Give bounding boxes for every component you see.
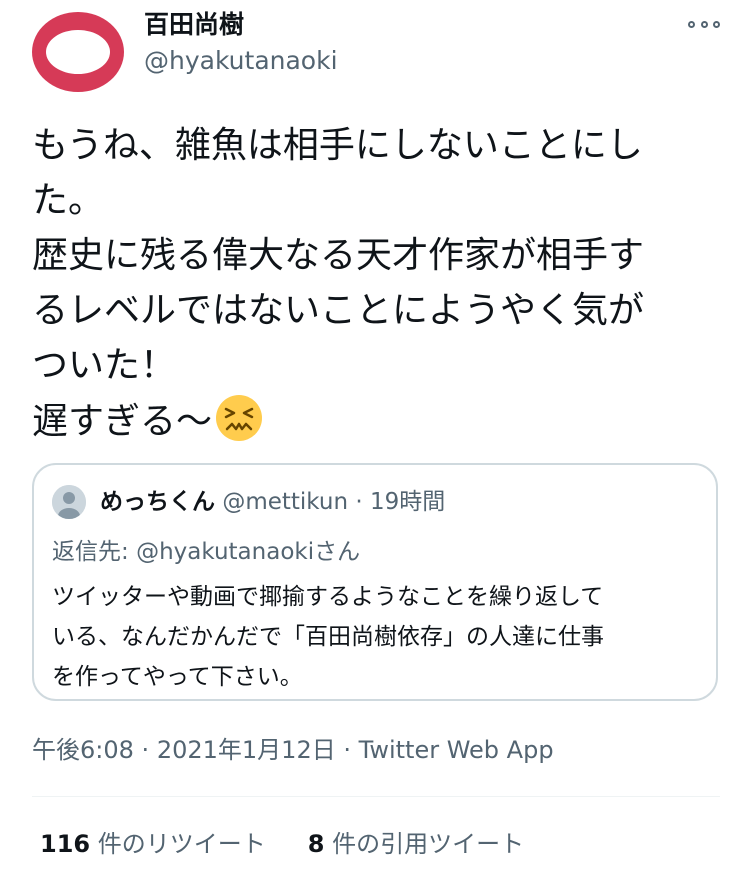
tweet-source[interactable]: Twitter Web App <box>359 736 554 764</box>
quotes-count: 8 <box>307 830 325 858</box>
reply-to-line: 返信先: @hyakutanaokiさん <box>52 535 360 569</box>
tweet-line: 遅すぎる〜 <box>32 401 213 442</box>
default-user-icon <box>52 485 86 519</box>
tweet-line: 歴史に残る偉大なる天才作家が相手す <box>32 235 645 276</box>
quoted-timestamp[interactable]: 19時間 <box>370 489 445 515</box>
quoted-author-handle[interactable]: @mettikun <box>222 489 348 515</box>
tweet-meta: 午後6:08 · 2021年1月12日 · Twitter Web App <box>32 732 554 768</box>
quoted-line: を作ってやって下さい。 <box>52 664 303 690</box>
tweet-line: るレベルではないことにようやく気が <box>32 290 645 331</box>
tweet-time[interactable]: 午後6:08 <box>32 736 134 764</box>
quoted-header: めっちくん @mettikun · 19時間 <box>100 485 445 519</box>
author-handle[interactable]: @hyakutanaoki <box>144 44 338 78</box>
separator: · <box>141 736 150 764</box>
quoted-author-name[interactable]: めっちくん <box>100 489 215 515</box>
tweet-stats: 116 件のリツイート 8 件の引用ツイート <box>40 826 524 862</box>
avatar-image <box>46 30 110 74</box>
author-name[interactable]: 百田尚樹 <box>144 8 244 42</box>
quotes-label: 件の引用ツイート <box>332 830 525 858</box>
retweets-count: 116 <box>40 830 91 858</box>
separator: · <box>343 736 351 764</box>
divider <box>32 796 720 797</box>
avatar[interactable] <box>32 12 124 92</box>
confounded-face-icon <box>216 395 263 441</box>
quoted-avatar[interactable] <box>52 485 86 519</box>
more-options-icon[interactable] <box>688 16 720 32</box>
reply-prefix: 返信先: <box>52 539 137 565</box>
quoted-line: いる、なんだかんだで「百田尚樹依存」の人達に仕事 <box>52 624 604 650</box>
reply-suffix: さん <box>314 539 361 565</box>
tweet-line: た。 <box>32 180 105 221</box>
separator: · <box>355 489 363 515</box>
reply-handle[interactable]: @hyakutanaoki <box>136 539 314 565</box>
tweet-date[interactable]: 2021年1月12日 <box>157 736 336 764</box>
tweet-line-last: 遅すぎる〜 <box>32 393 722 449</box>
quoted-line: ツイッターや動画で揶揄するようなことを繰り返して <box>52 584 604 610</box>
tweet-line: もうね、雑魚は相手にしないことにし <box>32 125 643 166</box>
tweet-line: ついた！ <box>32 345 177 386</box>
quotes-stat[interactable]: 8 件の引用ツイート <box>308 826 524 862</box>
retweets-label: 件のリツイート <box>97 830 266 858</box>
retweets-stat[interactable]: 116 件のリツイート <box>40 826 266 862</box>
quoted-tweet-text: ツイッターや動画で揶揄するようなことを繰り返して いる、なんだかんだで「百田尚樹… <box>52 577 702 697</box>
quoted-tweet-card[interactable]: めっちくん @mettikun · 19時間 返信先: @hyakutanaok… <box>32 463 718 701</box>
tweet-text: もうね、雑魚は相手にしないことにし た。 歴史に残る偉大なる天才作家が相手す る… <box>32 118 722 449</box>
